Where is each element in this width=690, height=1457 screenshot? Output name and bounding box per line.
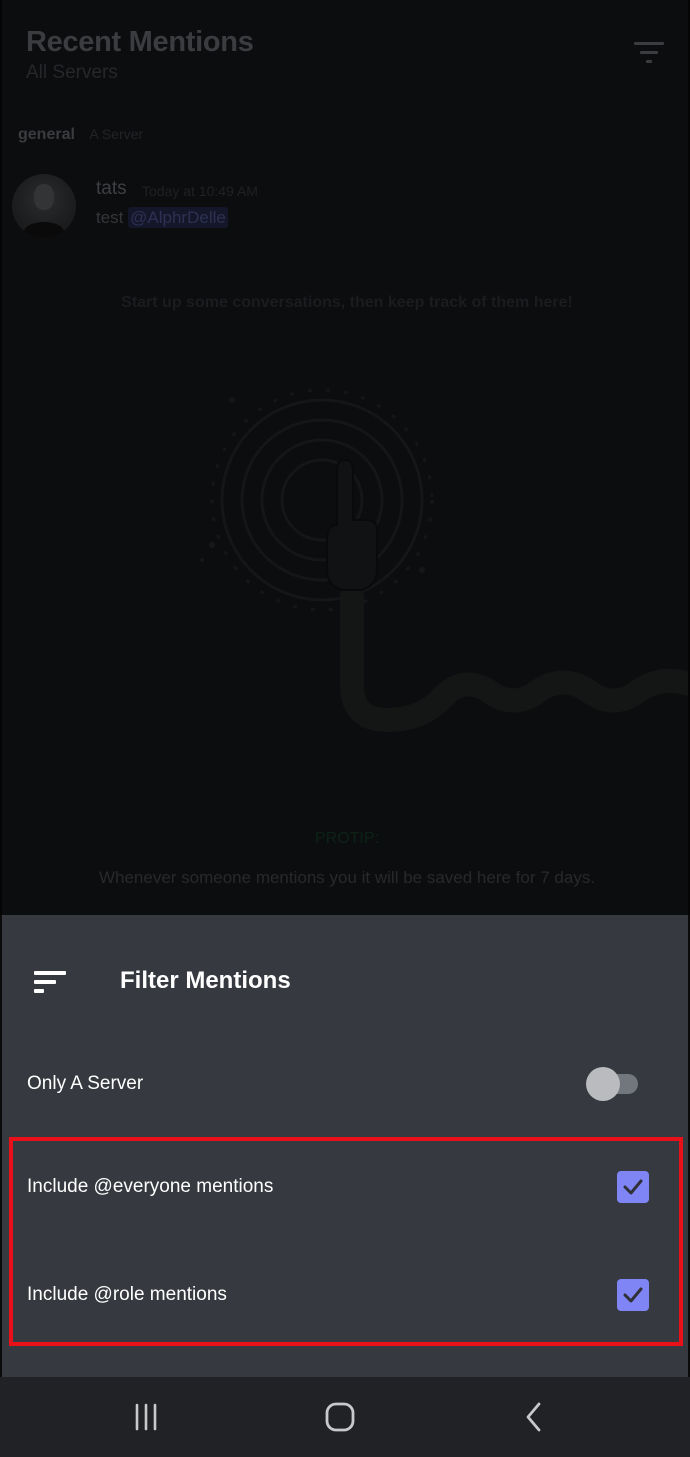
avatar[interactable]: [12, 174, 76, 238]
message-author[interactable]: tats: [96, 178, 127, 200]
option-only-a-server[interactable]: Only A Server: [2, 1054, 688, 1114]
channel-name: general: [18, 126, 75, 143]
empty-state-text: Start up some conversations, then keep t…: [121, 294, 573, 311]
back-button[interactable]: [514, 1399, 554, 1435]
recent-apps-icon: [135, 1403, 157, 1431]
back-icon: [526, 1402, 541, 1432]
message-text: test: [96, 208, 124, 227]
protip-label: PROTIP:: [314, 830, 379, 847]
home-icon: [325, 1402, 355, 1432]
toggle-thumb: [586, 1067, 620, 1101]
sheet-header: Filter Mentions: [2, 915, 688, 1049]
option-label: Only A Server: [27, 1073, 144, 1094]
server-name: A Server: [89, 126, 144, 142]
mention-group-header[interactable]: general A Server: [18, 126, 143, 144]
recent-mentions-screen: Recent Mentions All Servers general A Se…: [0, 0, 690, 915]
protip-text: Whenever someone mentions you it will be…: [98, 868, 596, 887]
filter-icon[interactable]: [632, 40, 668, 66]
home-button[interactable]: [320, 1399, 360, 1435]
option-label: Include @role mentions: [27, 1284, 227, 1305]
system-navigation-bar: [0, 1377, 690, 1457]
include-role-checkbox[interactable]: [617, 1279, 649, 1311]
user-mention[interactable]: @AlphrDelle: [128, 207, 228, 228]
pointing-hand-illustration: [200, 388, 688, 733]
checkmark-icon: [623, 1179, 643, 1195]
include-everyone-checkbox[interactable]: [617, 1171, 649, 1203]
filter-mentions-sheet: Filter Mentions Only A Server Include @e…: [0, 915, 690, 1377]
checkmark-icon: [623, 1287, 643, 1303]
option-include-everyone[interactable]: Include @everyone mentions: [2, 1157, 688, 1217]
option-label: Include @everyone mentions: [27, 1176, 274, 1197]
page-subtitle: All Servers: [26, 62, 118, 83]
recent-apps-button[interactable]: [126, 1399, 166, 1435]
option-include-role[interactable]: Include @role mentions: [2, 1265, 688, 1325]
message-timestamp: Today at 10:49 AM: [142, 183, 258, 199]
only-server-toggle[interactable]: [586, 1067, 640, 1101]
sheet-title: Filter Mentions: [120, 967, 291, 994]
filter-icon: [34, 971, 68, 995]
page-title: Recent Mentions: [26, 26, 254, 58]
message-body[interactable]: test @AlphrDelle: [96, 207, 228, 228]
